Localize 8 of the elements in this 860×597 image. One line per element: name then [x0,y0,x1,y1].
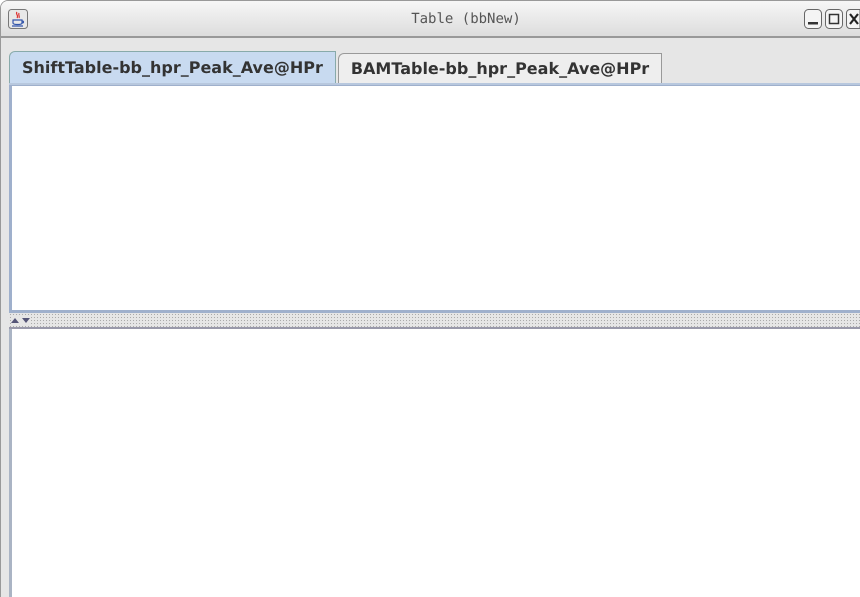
maximize-icon[interactable] [825,8,843,28]
coffee-cup-icon[interactable] [8,8,28,28]
minimize-icon[interactable] [804,8,822,28]
tab[interactable]: BAMTable-bb_hpr_Peak_Ave@HPr [338,53,662,83]
window-title: Table (bbNew) [410,10,522,26]
tab[interactable]: ShiftTable-bb_hpr_Peak_Ave@HPr [9,51,336,83]
close-icon[interactable] [846,8,860,28]
expand-collapse-arrows-icon[interactable] [11,316,31,324]
